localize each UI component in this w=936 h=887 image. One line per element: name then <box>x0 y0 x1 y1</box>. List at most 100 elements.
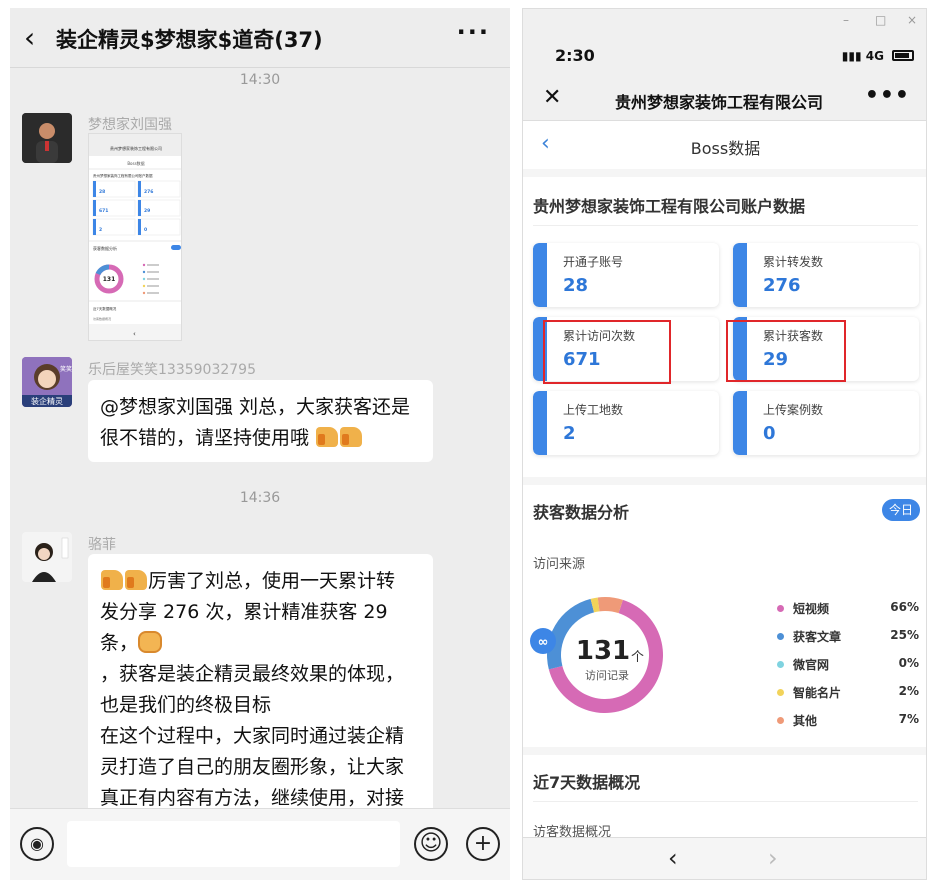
thumbs-up-icon <box>101 570 123 590</box>
voice-icon[interactable]: ◉ <box>20 827 54 861</box>
stat-card[interactable]: 开通子账号 28 <box>533 243 719 307</box>
thumbnail-stat-value: 2 <box>99 227 102 233</box>
thumbs-up-icon <box>125 570 147 590</box>
browser-nav: ‹ › <box>523 837 926 879</box>
message-line: ，获客是装企精灵最终效果的体现， <box>100 663 405 685</box>
stat-label: 上传工地数 <box>563 403 624 417</box>
avatar[interactable]: 笑笑 装企精灵 <box>22 357 72 407</box>
stat-label: 累计转发数 <box>763 255 824 269</box>
message-bubble[interactable]: 厉害了刘总，使用一天累计转 发分享 276 次，累计精准获客 29 条， ，获客… <box>88 554 433 814</box>
thumbnail-stat-accent <box>138 200 141 216</box>
message-line: 也是我们的终极目标 <box>100 694 272 716</box>
maximize-button[interactable]: □ <box>875 13 886 27</box>
message-line: 条， <box>100 632 139 654</box>
legend-name: 智能名片 <box>793 686 842 700</box>
app-window: – □ × 2:30 ▮▮▮ 4G ✕ 贵州梦想家装饰工程有限公司 ••• ‹ … <box>522 8 927 880</box>
avatar[interactable] <box>22 532 72 582</box>
stat-card[interactable]: 上传案例数 0 <box>733 391 919 455</box>
page-title: Boss数据 <box>690 139 761 158</box>
chat-header: ‹ 装企精灵$梦想家$道奇(37) ··· <box>10 8 510 68</box>
thumbnail-stat-accent <box>93 200 96 216</box>
company-title: 贵州梦想家装饰工程有限公司 <box>615 93 824 112</box>
legend-item: 获客文章 25% <box>775 627 925 647</box>
stat-label: 上传案例数 <box>763 403 824 417</box>
message-line: 很不错的，请坚持使用哦 <box>100 427 316 449</box>
stat-value: 28 <box>563 275 589 296</box>
stat-card[interactable]: 上传工地数 2 <box>533 391 719 455</box>
thumbnail-stat-accent <box>93 181 96 197</box>
message-line-wrap: 很不错的，请坚持使用哦 <box>100 423 421 454</box>
message-line: 在这个过程中，大家同时通过装企精 <box>100 725 405 747</box>
account-section: 贵州梦想家装饰工程有限公司账户数据 开通子账号 28 累计转发数 276 累计访问次… <box>523 177 926 477</box>
more-icon[interactable]: ··· <box>457 18 490 46</box>
message-line: 灵打造了自己的朋友圈形象，让大家 <box>100 756 405 778</box>
thumbnail-stat-value: 28 <box>99 189 105 195</box>
center-label: 访问记录 <box>585 669 629 682</box>
chat-title: 装企精灵$梦想家$道奇(37) <box>56 28 323 52</box>
message-line-wrap: 条， <box>100 628 421 659</box>
legend-name: 微官网 <box>793 658 830 672</box>
more-icon[interactable]: ••• <box>865 83 910 108</box>
thumbnail-stat-accent <box>93 219 96 235</box>
stat-accent <box>733 243 747 307</box>
avatar-badge-text: 笑笑 <box>60 365 72 373</box>
chat-input-bar: ◉ ☺ + <box>10 808 510 880</box>
thumbnail-stat-value: 671 <box>99 208 108 214</box>
sender-name: 梦想家刘国强 <box>88 117 172 133</box>
stat-value: 276 <box>763 275 801 296</box>
thumbs-up-icon <box>316 427 339 447</box>
stat-value: 2 <box>563 423 576 444</box>
close-icon[interactable]: ✕ <box>543 85 561 110</box>
analysis-section: 获客数据分析 今日 访问来源 131 个 访问记录 ∞ 短视频 66% 获客文章 2… <box>523 485 926 747</box>
message-line: 发分享 276 次，累计精准获客 29 <box>100 601 388 623</box>
avatar-label: 装企精灵 <box>31 396 63 406</box>
message-bubble[interactable]: @梦想家刘国强 刘总，大家获客还是 很不错的，请坚持使用哦 <box>88 380 433 462</box>
legend-pct: 0% <box>898 656 919 670</box>
thumbnail-account-title: 贵州梦想家装饰工程有限公司账户数据 <box>93 173 153 178</box>
thumbnail-company: 贵州梦想家装饰工程有限公司 <box>110 145 162 151</box>
minimize-button[interactable]: – <box>843 13 849 27</box>
legend-item: 智能名片 2% <box>775 683 925 703</box>
message-time: 14:36 <box>239 490 281 506</box>
close-window-button[interactable]: × <box>907 13 917 27</box>
status-time: 2:30 <box>555 46 595 65</box>
thumbnail-stat-accent <box>138 181 141 197</box>
page-header: ‹ Boss数据 <box>523 121 926 169</box>
sender-name: 骆菲 <box>88 537 116 553</box>
donut-slice <box>597 597 623 614</box>
chevron-left-icon[interactable]: ‹ <box>24 24 35 52</box>
today-badge[interactable]: 今日 <box>882 499 920 521</box>
legend-dot <box>777 717 784 724</box>
donut-chart: 131 个 访问记录 ∞ <box>530 597 663 713</box>
legend-name: 其他 <box>793 714 818 728</box>
legend-dot <box>777 605 784 612</box>
stat-accent <box>533 243 547 307</box>
svg-text:∞: ∞ <box>538 635 549 650</box>
image-message[interactable]: 贵州梦想家装饰工程有限公司 Boss数据 贵州梦想家装饰工程有限公司账户数据 2… <box>88 133 182 341</box>
emoji-icon[interactable]: ☺ <box>414 827 448 861</box>
battery-icon <box>892 50 914 61</box>
stat-value: 0 <box>763 423 776 444</box>
add-icon[interactable]: + <box>466 827 500 861</box>
stat-card[interactable]: 累计转发数 276 <box>733 243 919 307</box>
legend-pct: 7% <box>898 712 919 726</box>
stat-accent <box>733 391 747 455</box>
avatar[interactable] <box>22 113 72 163</box>
thumbnail-stat-accent <box>138 219 141 235</box>
thumbnail-stat-value: 276 <box>144 189 153 195</box>
message-line: @梦想家刘国强 刘总，大家获客还是 <box>100 396 411 418</box>
forward-button[interactable]: › <box>768 844 778 872</box>
thumbnail-analysis-title: 获客数据分析 <box>93 245 117 251</box>
thumbnail-page-title: Boss数据 <box>127 160 144 166</box>
divider <box>533 225 918 226</box>
highlight-box <box>726 320 846 382</box>
mini-program-nav: ✕ 贵州梦想家装饰工程有限公司 ••• <box>523 79 926 121</box>
message-input[interactable] <box>67 821 400 867</box>
stat-accent <box>533 391 547 455</box>
legend-name: 获客文章 <box>793 630 842 644</box>
back-button[interactable]: ‹ <box>668 844 678 872</box>
svg-text:‹: ‹ <box>133 330 136 338</box>
week-section: 近7天数据概况 访客数据概况 <box>523 755 926 845</box>
legend-pct: 2% <box>898 684 919 698</box>
section-title: 贵州梦想家装饰工程有限公司账户数据 <box>533 197 806 216</box>
